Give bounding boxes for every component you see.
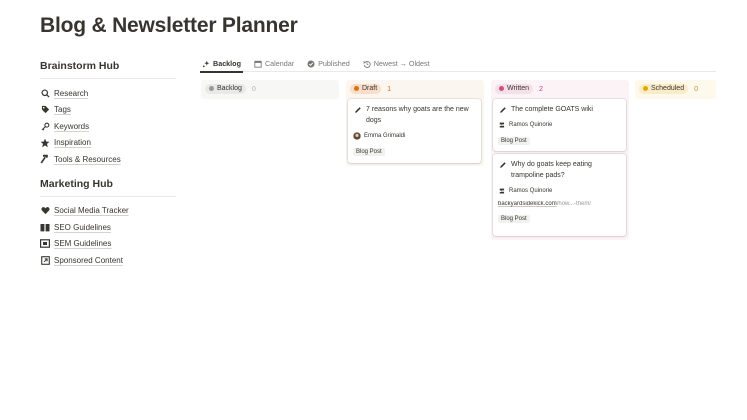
board-column-written: Written 2 The complete GOATS wiki Ramos … [491,80,629,240]
sidebar-item-label: SEM Guidelines [54,239,112,249]
check-circle-icon [307,59,315,68]
history-icon [363,60,371,68]
tab-calendar[interactable]: Calendar [252,56,296,72]
sidebar-item-label: Research [54,88,89,98]
content-type-tag: Blog Post [498,215,530,223]
status-dot [354,86,359,91]
card-url[interactable]: backyardsidekick.com/how...-them/ [498,201,621,207]
sidebar-item-keywords[interactable]: Keywords [40,118,176,135]
status-label: Backlog [217,85,242,92]
card-title: The complete GOATS wiki [511,106,593,113]
status-badge[interactable]: Written [495,83,534,94]
pencil-icon [353,105,362,114]
status-dot [643,86,648,91]
board-column-scheduled: Scheduled 0 [635,80,716,99]
sidebar-item-label: Keywords [54,121,90,131]
pencil-icon [498,160,507,169]
sidebar-item-label: Sponsored Content [54,255,123,265]
column-header: Scheduled 0 [635,80,716,97]
status-label: Draft [362,85,378,92]
board-column-draft: Draft 1 7 reasons why goats are the new … [346,80,484,166]
card-author: Emma Grimaldi [353,132,476,140]
sidebar-item-inspiration[interactable]: Inspiration [40,135,176,152]
card-author: Ramos Quinorie [498,121,621,129]
sidebar-item-label: Tools & Resources [54,154,121,164]
column-header: Written 2 [491,80,629,97]
star-icon [40,138,50,148]
status-badge[interactable]: Backlog [205,83,246,94]
column-header: Backlog 0 [201,80,339,97]
screen-icon [40,239,50,249]
sidebar-item-label: Tags [54,105,71,115]
author-name: Ramos Quinorie [509,188,553,194]
sidebar-item-label: Social Media Tracker [54,206,129,216]
card-title: Why do goats keep eating trampoline pads… [511,161,592,179]
board-card[interactable]: 7 reasons why goats are the new dogs Emm… [348,99,481,163]
tab-published[interactable]: Published [305,56,352,72]
sidebar-item-label: SEO Guidelines [54,222,111,232]
status-badge[interactable]: Draft [350,83,382,94]
column-count: 2 [539,84,544,93]
column-count: 0 [694,84,699,93]
status-dot [499,86,504,91]
status-label: Scheduled [651,85,685,92]
content-type-tag: Blog Post [353,148,385,156]
sidebar-item-tags[interactable]: Tags [40,102,176,119]
search-icon [40,88,50,98]
key-icon [40,121,50,131]
author-name: Emma Grimaldi [364,133,406,139]
tag-icon [40,105,50,115]
tab-backlog[interactable]: Backlog [200,56,243,73]
column-count: 0 [251,84,256,93]
avatar [353,132,361,140]
status-dot [209,86,214,91]
sidebar: Brainstorm Hub Research Tags Keywords In… [40,60,176,269]
calendar-icon [254,60,262,68]
view-tabs: Backlog Calendar Published Newest → Olde… [200,56,716,73]
sidebar-item-social-media-tracker[interactable]: Social Media Tracker [40,203,176,220]
avatar [498,187,506,195]
sparkle-icon [202,60,210,68]
board-card[interactable]: The complete GOATS wiki Ramos Quinorie B… [493,99,626,151]
url-path: /how...-them/ [556,201,592,207]
heart-icon [40,206,50,216]
tab-label: Backlog [213,59,241,68]
author-name: Ramos Quinorie [509,122,553,128]
board-column-backlog: Backlog 0 [201,80,339,99]
hammer-icon [40,154,50,164]
marketing-hub-title: Marketing Hub [40,178,176,197]
page-title: Blog & Newsletter Planner [40,14,298,37]
column-count: 1 [387,84,392,93]
tab-label: Calendar [264,59,295,68]
tab-label: Published [318,59,350,68]
card-title: 7 reasons why goats are the new dogs [366,106,469,124]
sidebar-item-seo-guidelines[interactable]: SEO Guidelines [40,219,176,236]
content-type-tag: Blog Post [498,137,530,145]
brainstorm-hub-title: Brainstorm Hub [40,60,176,79]
tab-newest-oldest[interactable]: Newest → Oldest [361,56,432,72]
sidebar-item-label: Inspiration [54,138,91,148]
tab-label: Newest → Oldest [373,59,430,68]
status-badge[interactable]: Scheduled [639,83,689,94]
pencil-icon [498,105,507,114]
board-card[interactable]: Why do goats keep eating trampoline pads… [493,154,626,236]
sidebar-item-research[interactable]: Research [40,85,176,102]
external-link-icon [40,255,50,265]
card-author: Ramos Quinorie [498,187,621,195]
column-header: Draft 1 [346,80,484,97]
sidebar-item-sem-guidelines[interactable]: SEM Guidelines [40,236,176,253]
sidebar-item-sponsored-content[interactable]: Sponsored Content [40,252,176,269]
book-icon [40,222,50,232]
sidebar-item-tools-resources[interactable]: Tools & Resources [40,151,176,168]
avatar [498,121,506,129]
url-domain: backyardsidekick.com [498,201,557,207]
status-label: Written [507,85,530,92]
